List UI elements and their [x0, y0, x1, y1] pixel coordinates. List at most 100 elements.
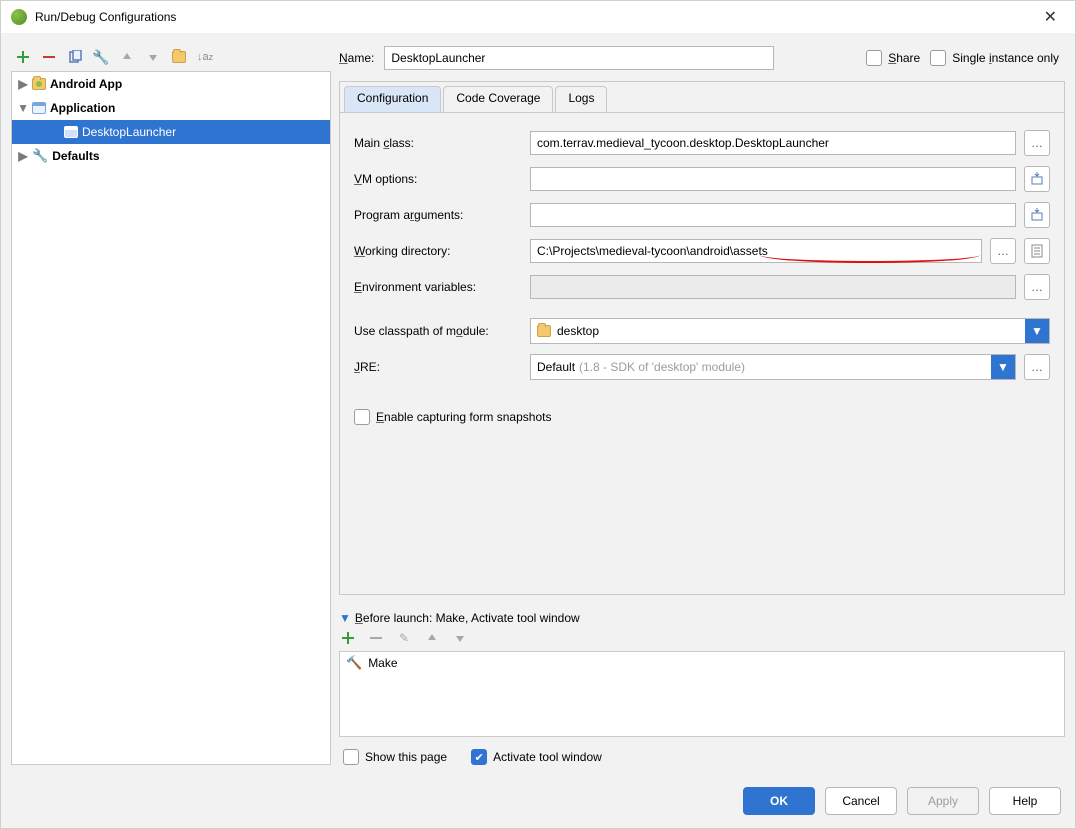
dialog-window: Run/Debug Configurations ✕ 🔧 ↓az ▶ Andro… — [0, 0, 1076, 829]
tab-logs[interactable]: Logs — [555, 86, 607, 112]
expand-vm-options-button[interactable] — [1024, 166, 1050, 192]
enable-snapshots-checkbox[interactable]: Enable capturing form snapshots — [354, 409, 551, 425]
checkbox-icon — [343, 749, 359, 765]
copy-config-button[interactable] — [67, 49, 83, 65]
expand-icon[interactable]: ▶ — [18, 151, 28, 161]
env-vars-label: Environment variables: — [354, 280, 522, 294]
checkbox-icon — [866, 50, 882, 66]
tab-code-coverage[interactable]: Code Coverage — [443, 86, 553, 112]
wrench-icon: 🔧 — [32, 148, 48, 164]
share-checkbox[interactable]: Share — [866, 50, 920, 66]
single-instance-checkbox[interactable]: Single instance only — [930, 50, 1059, 66]
application-icon — [32, 102, 46, 114]
tree-node-application[interactable]: ▼ Application — [12, 96, 330, 120]
browse-main-class-button[interactable]: … — [1024, 130, 1050, 156]
working-dir-label: Working directory: — [354, 244, 522, 258]
before-launch-header[interactable]: ▼ Before launch: Make, Activate tool win… — [339, 611, 1065, 625]
checkbox-icon — [930, 50, 946, 66]
window-title: Run/Debug Configurations — [35, 10, 1036, 24]
dropdown-arrow-icon: ▼ — [1025, 319, 1049, 343]
snapshots-row: Enable capturing form snapshots — [354, 399, 1050, 435]
collapse-icon[interactable]: ▼ — [18, 103, 28, 113]
add-config-button[interactable] — [15, 49, 31, 65]
jre-select[interactable]: Default (1.8 - SDK of 'desktop' module) … — [530, 354, 1016, 380]
env-vars-input[interactable] — [530, 275, 1016, 299]
remove-config-button[interactable] — [41, 49, 57, 65]
dropdown-arrow-icon: ▼ — [991, 355, 1015, 379]
sort-button[interactable]: ↓az — [197, 49, 213, 65]
left-toolbar: 🔧 ↓az — [11, 43, 331, 71]
classpath-select[interactable]: desktop ▼ — [530, 318, 1050, 344]
before-launch-list[interactable]: 🔨 Make — [339, 651, 1065, 737]
tree-node-desktoplauncher[interactable]: DesktopLauncher — [12, 120, 330, 144]
tabs-container: Configuration Code Coverage Logs Main cl… — [339, 81, 1065, 595]
configuration-panel: Main class: … VM options: Program argume… — [340, 112, 1064, 594]
classpath-value: desktop — [557, 324, 599, 338]
tab-configuration[interactable]: Configuration — [344, 86, 441, 112]
jre-row: JRE: Default (1.8 - SDK of 'desktop' mod… — [354, 349, 1050, 385]
module-icon — [537, 325, 551, 337]
checkbox-checked-icon: ✔ — [471, 749, 487, 765]
vm-options-row: VM options: — [354, 161, 1050, 197]
move-up-button[interactable] — [119, 49, 135, 65]
jre-hint: (1.8 - SDK of 'desktop' module) — [579, 360, 745, 374]
collapse-icon: ▼ — [339, 611, 351, 625]
close-button[interactable]: ✕ — [1036, 3, 1065, 31]
move-task-down-button[interactable] — [453, 631, 467, 645]
jre-label: JRE: — [354, 360, 522, 374]
classpath-row: Use classpath of module: desktop ▼ — [354, 313, 1050, 349]
edit-defaults-button[interactable]: 🔧 — [93, 49, 109, 65]
dialog-footer: OK Cancel Apply Help — [1, 773, 1075, 828]
program-args-input[interactable] — [530, 203, 1016, 227]
browse-working-dir-button[interactable]: … — [990, 238, 1016, 264]
content-area: 🔧 ↓az ▶ Android App ▼ Application — [1, 33, 1075, 765]
checkbox-icon — [354, 409, 370, 425]
remove-task-button[interactable] — [369, 631, 383, 645]
tree-node-android-app[interactable]: ▶ Android App — [12, 72, 330, 96]
tree-label: Defaults — [52, 149, 99, 163]
main-class-row: Main class: … — [354, 125, 1050, 161]
tab-bar: Configuration Code Coverage Logs — [340, 82, 1064, 112]
titlebar: Run/Debug Configurations ✕ — [1, 1, 1075, 33]
help-button[interactable]: Help — [989, 787, 1061, 815]
classpath-label: Use classpath of module: — [354, 324, 522, 338]
tree-label: DesktopLauncher — [82, 125, 176, 139]
name-input[interactable] — [384, 46, 774, 70]
tree-label: Android App — [50, 77, 122, 91]
edit-task-button[interactable]: ✎ — [397, 631, 411, 645]
name-label: Name: — [339, 51, 374, 65]
app-logo-icon — [11, 9, 27, 25]
working-dir-input[interactable] — [530, 239, 982, 263]
folder-button[interactable] — [171, 49, 187, 65]
program-args-row: Program arguments: — [354, 197, 1050, 233]
apply-button[interactable]: Apply — [907, 787, 979, 815]
config-tree[interactable]: ▶ Android App ▼ Application DesktopLaunc… — [11, 71, 331, 765]
tree-node-defaults[interactable]: ▶ 🔧 Defaults — [12, 144, 330, 168]
add-task-button[interactable] — [341, 631, 355, 645]
env-vars-row: Environment variables: … — [354, 269, 1050, 305]
list-item[interactable]: 🔨 Make — [340, 652, 1064, 674]
bottom-options: Show this page ✔ Activate tool window — [339, 749, 1065, 765]
move-task-up-button[interactable] — [425, 631, 439, 645]
main-class-label: Main class: — [354, 136, 522, 150]
expand-program-args-button[interactable] — [1024, 202, 1050, 228]
hammer-icon: 🔨 — [346, 655, 362, 671]
task-label: Make — [368, 656, 397, 670]
expand-icon[interactable]: ▶ — [18, 79, 28, 89]
activate-tool-window-checkbox[interactable]: ✔ Activate tool window — [471, 749, 602, 765]
program-args-label: Program arguments: — [354, 208, 522, 222]
browse-jre-button[interactable]: … — [1024, 354, 1050, 380]
show-this-page-checkbox[interactable]: Show this page — [343, 749, 447, 765]
right-panel: Name: Share Single instance only Configu… — [339, 43, 1065, 765]
ok-button[interactable]: OK — [743, 787, 815, 815]
cancel-button[interactable]: Cancel — [825, 787, 897, 815]
vm-options-input[interactable] — [530, 167, 1016, 191]
insert-macro-button[interactable] — [1024, 238, 1050, 264]
name-row: Name: Share Single instance only — [339, 43, 1065, 73]
move-down-button[interactable] — [145, 49, 161, 65]
tree-label: Application — [50, 101, 115, 115]
edit-env-vars-button[interactable]: … — [1024, 274, 1050, 300]
android-folder-icon — [32, 78, 46, 90]
main-class-input[interactable] — [530, 131, 1016, 155]
jre-value: Default — [537, 360, 575, 374]
